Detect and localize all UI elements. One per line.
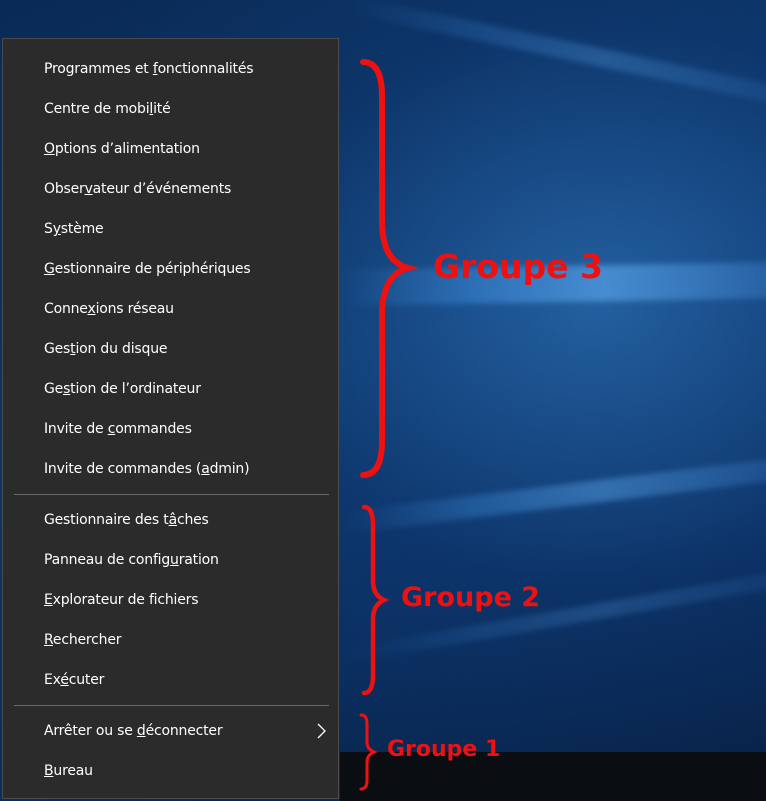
menu-item-label: Options d’alimentation [44,141,200,157]
menu-item-computer-management[interactable]: Gestion de l’ordinateur [3,370,338,408]
menu-item-mobility-center[interactable]: Centre de mobilité [3,90,338,128]
menu-item-label: Rechercher [44,632,122,648]
menu-item-file-explorer[interactable]: Explorateur de fichiers [3,581,338,619]
menu-item-search[interactable]: Rechercher [3,621,338,659]
group2-label: Groupe 2 [401,582,541,613]
menu-item-label: Invite de commandes (admin) [44,461,250,477]
menu-item-control-panel[interactable]: Panneau de configuration [3,541,338,579]
menu-item-programs-features[interactable]: Programmes et fonctionnalités [3,50,338,88]
menu-item-label: Gestionnaire de périphériques [44,261,251,277]
menu-item-label: Centre de mobilité [44,101,171,117]
menu-item-shutdown-signout[interactable]: Arrêter ou se déconnecter [3,712,338,750]
power-user-menu: Programmes et fonctionnalités Centre de … [2,38,339,799]
menu-item-label: Invite de commandes [44,421,192,437]
menu-item-label: Observateur d’événements [44,181,232,197]
group3-brace-icon [360,59,418,478]
menu-item-label: Gestion du disque [44,341,168,357]
menu-item-label: Programmes et fonctionnalités [44,61,254,77]
menu-item-device-manager[interactable]: Gestionnaire de périphériques [3,250,338,288]
menu-item-command-prompt-admin[interactable]: Invite de commandes (admin) [3,450,338,488]
group2-brace-icon [361,504,390,696]
menu-item-label: Gestion de l’ordinateur [44,381,201,397]
menu-separator [14,494,329,495]
menu-item-power-options[interactable]: Options d’alimentation [3,130,338,168]
group1-label: Groupe 1 [387,737,501,762]
menu-item-network-connections[interactable]: Connexions réseau [3,290,338,328]
menu-item-event-viewer[interactable]: Observateur d’événements [3,170,338,208]
menu-item-label: Exécuter [44,672,105,688]
menu-item-disk-management[interactable]: Gestion du disque [3,330,338,368]
chevron-right-icon [317,723,326,739]
menu-item-label: Gestionnaire des tâches [44,512,209,528]
menu-item-label: Panneau de configuration [44,552,219,568]
menu-separator [14,705,329,706]
menu-item-label: Explorateur de fichiers [44,592,199,608]
menu-item-command-prompt[interactable]: Invite de commandes [3,410,338,448]
menu-item-system[interactable]: Système [3,210,338,248]
menu-item-label: Connexions réseau [44,301,174,317]
menu-item-desktop[interactable]: Bureau [3,752,338,790]
menu-item-run[interactable]: Exécuter [3,661,338,699]
menu-item-label: Bureau [44,763,93,779]
group1-brace-icon [359,713,378,791]
menu-item-label: Arrêter ou se déconnecter [44,723,223,739]
group3-label: Groupe 3 [433,247,603,286]
menu-item-label: Système [44,221,104,237]
menu-item-task-manager[interactable]: Gestionnaire des tâches [3,501,338,539]
